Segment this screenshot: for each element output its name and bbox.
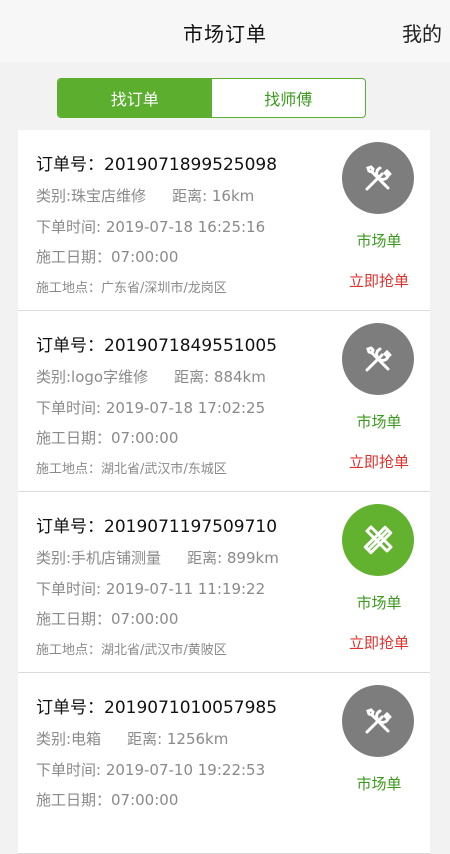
work-date: 施工日期：07:00:00	[36, 429, 179, 447]
order-distance: 距离: 16km	[172, 187, 255, 205]
grab-order-button[interactable]: 立即抢单	[334, 270, 424, 291]
order-time: 下单时间: 2019-07-11 11:19:22	[36, 580, 266, 598]
work-date: 施工日期：07:00:00	[36, 610, 179, 628]
tab-find-masters[interactable]: 找师傅	[212, 79, 366, 117]
order-card[interactable]: 订单号：2019071899525098 类别:珠宝店维修 距离: 16km 下单…	[18, 130, 430, 311]
market-order-tag: 市场单	[356, 232, 402, 250]
grab-order-button[interactable]: 立即抢单	[334, 632, 424, 653]
work-location: 施工地点：广东省/深圳市/龙岗区	[36, 281, 227, 296]
category-distance-row: 类别:电箱 距离: 1256km	[36, 728, 228, 749]
order-category: 类别:电箱	[36, 730, 102, 748]
wrench-screwdriver-icon	[342, 323, 414, 395]
order-number: 订单号：2019071197509710	[36, 517, 278, 537]
wrench-screwdriver-icon	[342, 142, 414, 214]
order-card[interactable]: 订单号：2019071010057985 类别:电箱 距离: 1256km 下单时…	[18, 673, 430, 854]
order-time: 下单时间: 2019-07-18 17:02:25	[36, 399, 266, 417]
market-order-tag: 市场单	[356, 594, 402, 612]
app-header: 市场订单 我的	[0, 0, 450, 62]
order-number: 订单号：2019071899525098	[36, 155, 278, 175]
order-time: 下单时间: 2019-07-10 19:22:53	[36, 761, 266, 779]
page-title: 市场订单	[183, 22, 267, 46]
category-distance-row: 类别:手机店铺测量 距离: 899km	[36, 547, 279, 568]
order-number: 订单号：2019071010057985	[36, 698, 278, 718]
order-list: 订单号：2019071899525098 类别:珠宝店维修 距离: 16km 下单…	[18, 130, 430, 854]
order-category: 类别:手机店铺测量	[36, 549, 162, 567]
order-card[interactable]: 订单号：2019071197509710 类别:手机店铺测量 距离: 899km …	[18, 492, 430, 673]
order-category: 类别:珠宝店维修	[36, 187, 147, 205]
order-number: 订单号：2019071849551005	[36, 336, 278, 356]
category-distance-row: 类别:珠宝店维修 距离: 16km	[36, 185, 254, 206]
wrench-screwdriver-icon	[342, 685, 414, 757]
tab-find-orders[interactable]: 找订单	[58, 79, 212, 117]
market-order-tag: 市场单	[356, 413, 402, 431]
grab-order-button[interactable]: 立即抢单	[334, 451, 424, 472]
segment-control: 找订单 找师傅	[57, 78, 366, 118]
order-distance: 距离: 1256km	[127, 730, 229, 748]
work-location: 施工地点：湖北省/武汉市/东城区	[36, 462, 227, 477]
work-date: 施工日期：07:00:00	[36, 248, 179, 266]
order-distance: 距离: 884km	[174, 368, 266, 386]
tab-mine[interactable]: 我的	[402, 18, 442, 47]
work-location: 施工地点：湖北省/武汉市/黄陂区	[36, 643, 227, 658]
category-distance-row: 类别:logo字维修 距离: 884km	[36, 366, 266, 387]
order-time: 下单时间: 2019-07-18 16:25:16	[36, 218, 266, 236]
market-order-tag: 市场单	[356, 775, 402, 793]
order-category: 类别:logo字维修	[36, 368, 149, 386]
order-card[interactable]: 订单号：2019071849551005 类别:logo字维修 距离: 884km…	[18, 311, 430, 492]
order-distance: 距离: 899km	[187, 549, 279, 567]
ruler-pencil-icon	[342, 504, 414, 576]
